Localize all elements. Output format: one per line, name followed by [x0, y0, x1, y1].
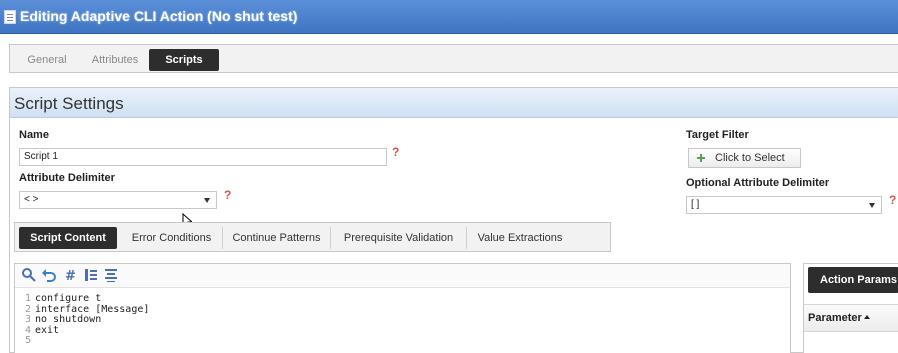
name-input[interactable]: Script 1 [19, 148, 387, 166]
undo-icon[interactable] [41, 267, 57, 283]
code-lines: 1 configure t 2 interface [Message] 3 no sh… [19, 293, 149, 347]
tab-prerequisite-validation[interactable]: Prerequisite Validation [331, 227, 467, 249]
action-params-button[interactable]: Action Params [808, 267, 898, 293]
required-marker-optional: ? [889, 193, 897, 207]
tab-script-content[interactable]: Script Content [19, 227, 117, 249]
click-to-select-button[interactable]: Click to Select [688, 148, 801, 168]
attribute-delimiter-label: Attribute Delimiter [19, 172, 115, 184]
parameter-column-header[interactable]: Parameter [804, 304, 898, 332]
line-numbers-icon[interactable]: # [63, 267, 79, 283]
format-icon[interactable] [103, 267, 119, 283]
optional-attribute-delimiter-label: Optional Attribute Delimiter [686, 177, 830, 189]
document-icon [4, 10, 16, 24]
script-editor[interactable]: # 1 configure t 2 interface [Message] 3 no … [14, 263, 791, 353]
svg-text:#: # [65, 269, 76, 283]
optional-attribute-delimiter-select[interactable]: [ ] [686, 196, 882, 214]
align-icon[interactable] [83, 267, 99, 283]
target-filter-label: Target Filter [686, 129, 749, 141]
sort-ascending-icon [863, 315, 870, 319]
required-marker-name: ? [392, 145, 400, 159]
code-line: 4 exit [24, 324, 60, 336]
optional-attribute-delimiter-value: [ ] [691, 199, 700, 210]
chevron-down-icon [869, 203, 875, 208]
action-params-panel: Action Params Parameter [803, 263, 898, 353]
editor-toolbar: # [15, 264, 790, 288]
click-to-select-label: Click to Select [715, 152, 785, 164]
parameter-column-label: Parameter [808, 312, 862, 324]
name-label: Name [19, 129, 49, 141]
plus-icon [697, 154, 705, 162]
window-title-bar: Editing Adaptive CLI Action (No shut tes… [0, 0, 898, 34]
top-tab-bar: General Attributes Scripts [9, 44, 898, 73]
attribute-delimiter-select[interactable]: < > [19, 191, 217, 209]
panel-title: Script Settings [14, 94, 124, 113]
tab-error-conditions[interactable]: Error Conditions [121, 227, 223, 249]
tab-general[interactable]: General [16, 49, 78, 71]
tab-attributes[interactable]: Attributes [82, 49, 148, 71]
search-icon[interactable] [21, 267, 37, 283]
attribute-delimiter-value: < > [24, 194, 39, 205]
panel-header: Script Settings [10, 88, 898, 118]
required-marker-delimiter: ? [224, 188, 232, 202]
window-title: Editing Adaptive CLI Action (No shut tes… [20, 8, 298, 24]
code-line: 5 [24, 335, 31, 346]
chevron-down-icon [204, 198, 210, 203]
tab-value-extractions[interactable]: Value Extractions [467, 227, 573, 249]
script-subtab-bar: Script Content Error Conditions Continue… [14, 222, 611, 252]
tab-scripts[interactable]: Scripts [149, 49, 219, 71]
tab-continue-patterns[interactable]: Continue Patterns [223, 227, 331, 249]
